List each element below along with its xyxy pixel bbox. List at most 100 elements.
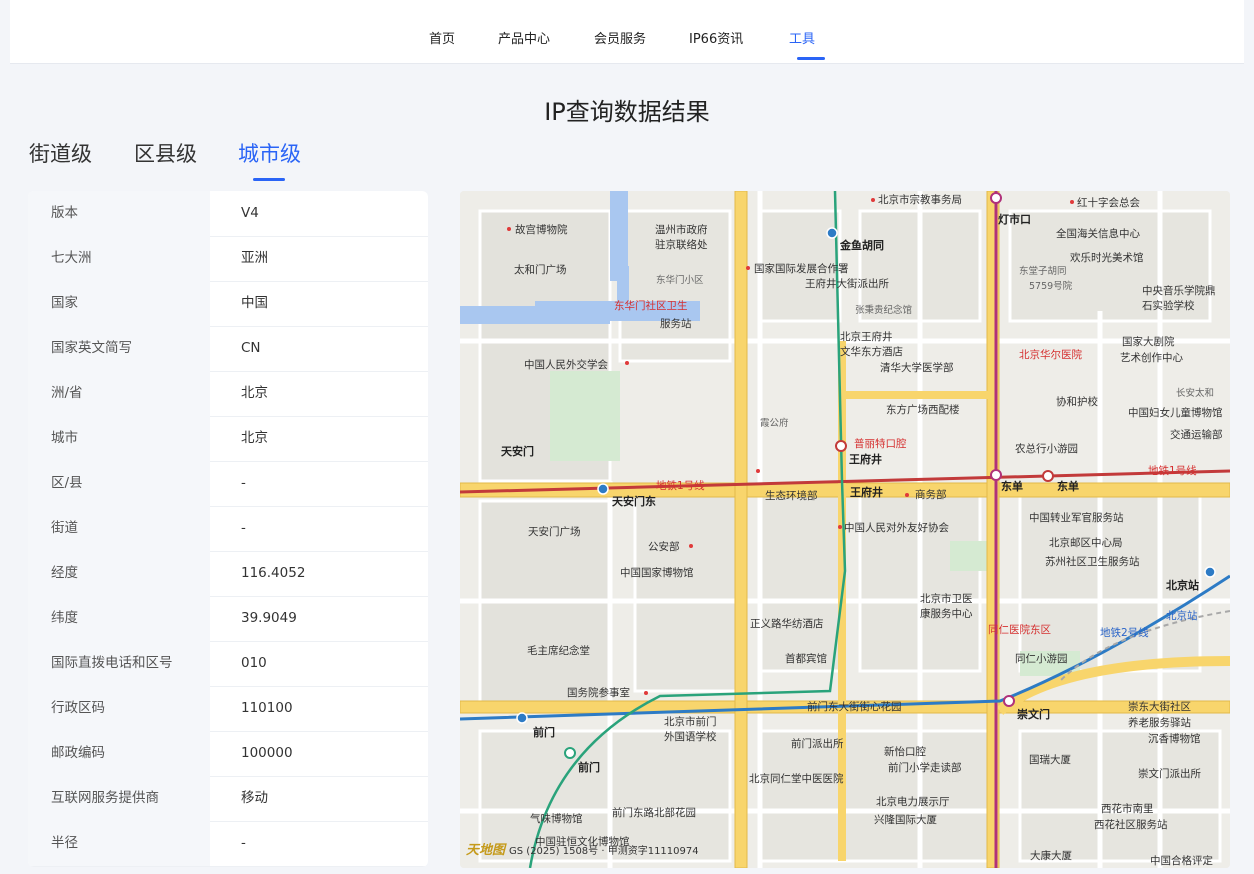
map-label: 北京邮区中心局 bbox=[1049, 536, 1123, 549]
tianditu-logo: 天地图 bbox=[466, 843, 506, 858]
map-label: 天安门东 bbox=[612, 494, 656, 508]
map-label: 东华门社区卫生 bbox=[614, 299, 688, 312]
map-label: 东堂子胡同 bbox=[1019, 265, 1067, 277]
info-value: 北京 bbox=[241, 430, 268, 446]
map-label: 交通运输部 bbox=[1170, 428, 1223, 441]
map-label: 北京华尔医院 bbox=[1019, 348, 1082, 361]
map-label: 公安部 bbox=[648, 540, 680, 553]
map-label: 崇东大街社区 bbox=[1128, 700, 1191, 713]
info-row: 街道 - bbox=[28, 506, 428, 552]
map-label: 北京同仁堂中医医院 bbox=[749, 772, 844, 785]
map-label: 中国转业军官服务站 bbox=[1029, 511, 1124, 524]
map-label: 中国妇女儿童博物馆 bbox=[1128, 406, 1223, 419]
map-label: 同仁医院东区 bbox=[988, 623, 1051, 636]
map-label: 石实验学校 bbox=[1142, 299, 1195, 312]
info-row: 国家 中国 bbox=[28, 281, 428, 327]
tab-city-level[interactable]: 城市级 bbox=[238, 138, 301, 168]
nav-item-products[interactable]: 产品中心 bbox=[498, 28, 550, 47]
map-label: 文华东方酒店 bbox=[840, 345, 903, 358]
map-label: 北京站 bbox=[1166, 578, 1199, 592]
map-label: 生态环境部 bbox=[765, 489, 818, 502]
info-key: 版本 bbox=[28, 191, 210, 236]
info-row: 互联网服务提供商 移动 bbox=[28, 776, 428, 822]
map-label: 大康大厦 bbox=[1030, 849, 1072, 862]
map-label: 前门 bbox=[578, 760, 600, 774]
map-label: 东单 bbox=[1001, 479, 1023, 493]
map-canvas[interactable]: 北京市宗教事务局 红十字会总会 灯市口 全国海关信息中心 故宫博物院 温州市政府… bbox=[460, 191, 1230, 868]
map-label: 东华门小区 bbox=[656, 274, 704, 286]
info-value: - bbox=[241, 475, 246, 491]
info-row: 洲/省 北京 bbox=[28, 371, 428, 417]
map-label: 普丽特口腔 bbox=[854, 437, 907, 450]
map-label: 中国国家博物馆 bbox=[620, 566, 694, 579]
map-label: 中国人民外交学会 bbox=[524, 358, 608, 371]
map-label: 中国人民对外友好协会 bbox=[844, 521, 949, 534]
map-label: 温州市政府 bbox=[655, 223, 708, 236]
map-label: 国务院参事室 bbox=[567, 686, 630, 699]
map-label: 崇文门派出所 bbox=[1138, 767, 1201, 780]
map-label: 天安门 bbox=[501, 444, 534, 458]
map-label: 兴隆国际大厦 bbox=[874, 813, 937, 826]
map-label: 前门东大街街心花园 bbox=[807, 700, 902, 713]
map-label: 霞公府 bbox=[760, 417, 789, 429]
nav-item-membership[interactable]: 会员服务 bbox=[594, 28, 646, 47]
map-label: 外国语学校 bbox=[664, 730, 717, 743]
map-label: 气味博物馆 bbox=[530, 812, 583, 825]
info-value: - bbox=[241, 835, 246, 851]
map-label: 张秉贵纪念馆 bbox=[855, 304, 912, 316]
info-key: 半径 bbox=[28, 821, 210, 866]
info-row: 纬度 39.9049 bbox=[28, 596, 428, 642]
info-row: 经度 116.4052 bbox=[28, 551, 428, 597]
nav-active-indicator bbox=[797, 57, 825, 60]
map-label: 苏州社区卫生服务站 bbox=[1045, 555, 1140, 568]
map-label: 前门 bbox=[533, 725, 555, 739]
map-label: 清华大学医学部 bbox=[880, 361, 954, 374]
info-key: 街道 bbox=[28, 506, 210, 551]
map-label: 王府井大街派出所 bbox=[805, 277, 889, 290]
tab-district-level[interactable]: 区县级 bbox=[134, 138, 197, 168]
map-label: 北京市前门 bbox=[664, 715, 717, 728]
map-label: 毛主席纪念堂 bbox=[527, 644, 590, 657]
map-label: 太和门广场 bbox=[514, 263, 567, 276]
map-label: 天安门广场 bbox=[528, 525, 581, 538]
info-row: 邮政编码 100000 bbox=[28, 731, 428, 777]
map-label: 地铁1号线 bbox=[1148, 464, 1197, 477]
tab-street-level[interactable]: 街道级 bbox=[29, 138, 92, 168]
location-map[interactable]: 北京市宗教事务局 红十字会总会 灯市口 全国海关信息中心 故宫博物院 温州市政府… bbox=[460, 191, 1230, 868]
nav-item-tools[interactable]: 工具 bbox=[789, 28, 815, 47]
map-label: 前门派出所 bbox=[791, 737, 844, 750]
map-label: 国家国际发展合作署 bbox=[754, 262, 849, 275]
info-row: 七大洲 亚洲 bbox=[28, 236, 428, 282]
map-label: 北京市卫医 bbox=[920, 592, 973, 605]
nav-item-home[interactable]: 首页 bbox=[429, 28, 455, 47]
info-key: 国家 bbox=[28, 281, 210, 326]
nav-item-news[interactable]: IP66资讯 bbox=[689, 28, 743, 47]
info-key: 经度 bbox=[28, 551, 210, 596]
map-label: 长安太和 bbox=[1176, 387, 1214, 399]
map-label: 中央音乐学院鼎 bbox=[1142, 284, 1216, 297]
map-label: 地铁2号线 bbox=[1100, 626, 1149, 639]
map-label: 协和护校 bbox=[1056, 395, 1098, 408]
map-label: 前门小学走读部 bbox=[888, 761, 962, 774]
info-key: 区/县 bbox=[28, 461, 210, 506]
map-label: 欢乐时光美术馆 bbox=[1070, 251, 1144, 264]
map-copyright: 天地图 GS (2025) 1508号 · 甲测资字11110974 bbox=[466, 839, 699, 858]
info-key: 互联网服务提供商 bbox=[28, 776, 210, 821]
map-label: 农总行小游园 bbox=[1015, 442, 1078, 455]
info-value: V4 bbox=[241, 205, 259, 221]
map-label: 崇文门 bbox=[1017, 707, 1050, 721]
info-row: 版本 V4 bbox=[28, 191, 428, 237]
info-value: 116.4052 bbox=[241, 565, 306, 581]
info-row: 国际直拨电话和区号 010 bbox=[28, 641, 428, 687]
map-label: 养老服务驿站 bbox=[1128, 716, 1191, 729]
info-key: 国家英文简写 bbox=[28, 326, 210, 371]
map-label: 商务部 bbox=[915, 488, 947, 501]
page-title: IP查询数据结果 bbox=[544, 98, 710, 126]
info-key: 行政区码 bbox=[28, 686, 210, 731]
map-label: 5759号院 bbox=[1029, 280, 1073, 292]
info-value: 110100 bbox=[241, 700, 293, 716]
info-value: 亚洲 bbox=[241, 250, 268, 266]
map-label: 东方广场西配楼 bbox=[886, 403, 960, 416]
map-label: 正义路华纺酒店 bbox=[750, 617, 824, 630]
info-key: 洲/省 bbox=[28, 371, 210, 416]
